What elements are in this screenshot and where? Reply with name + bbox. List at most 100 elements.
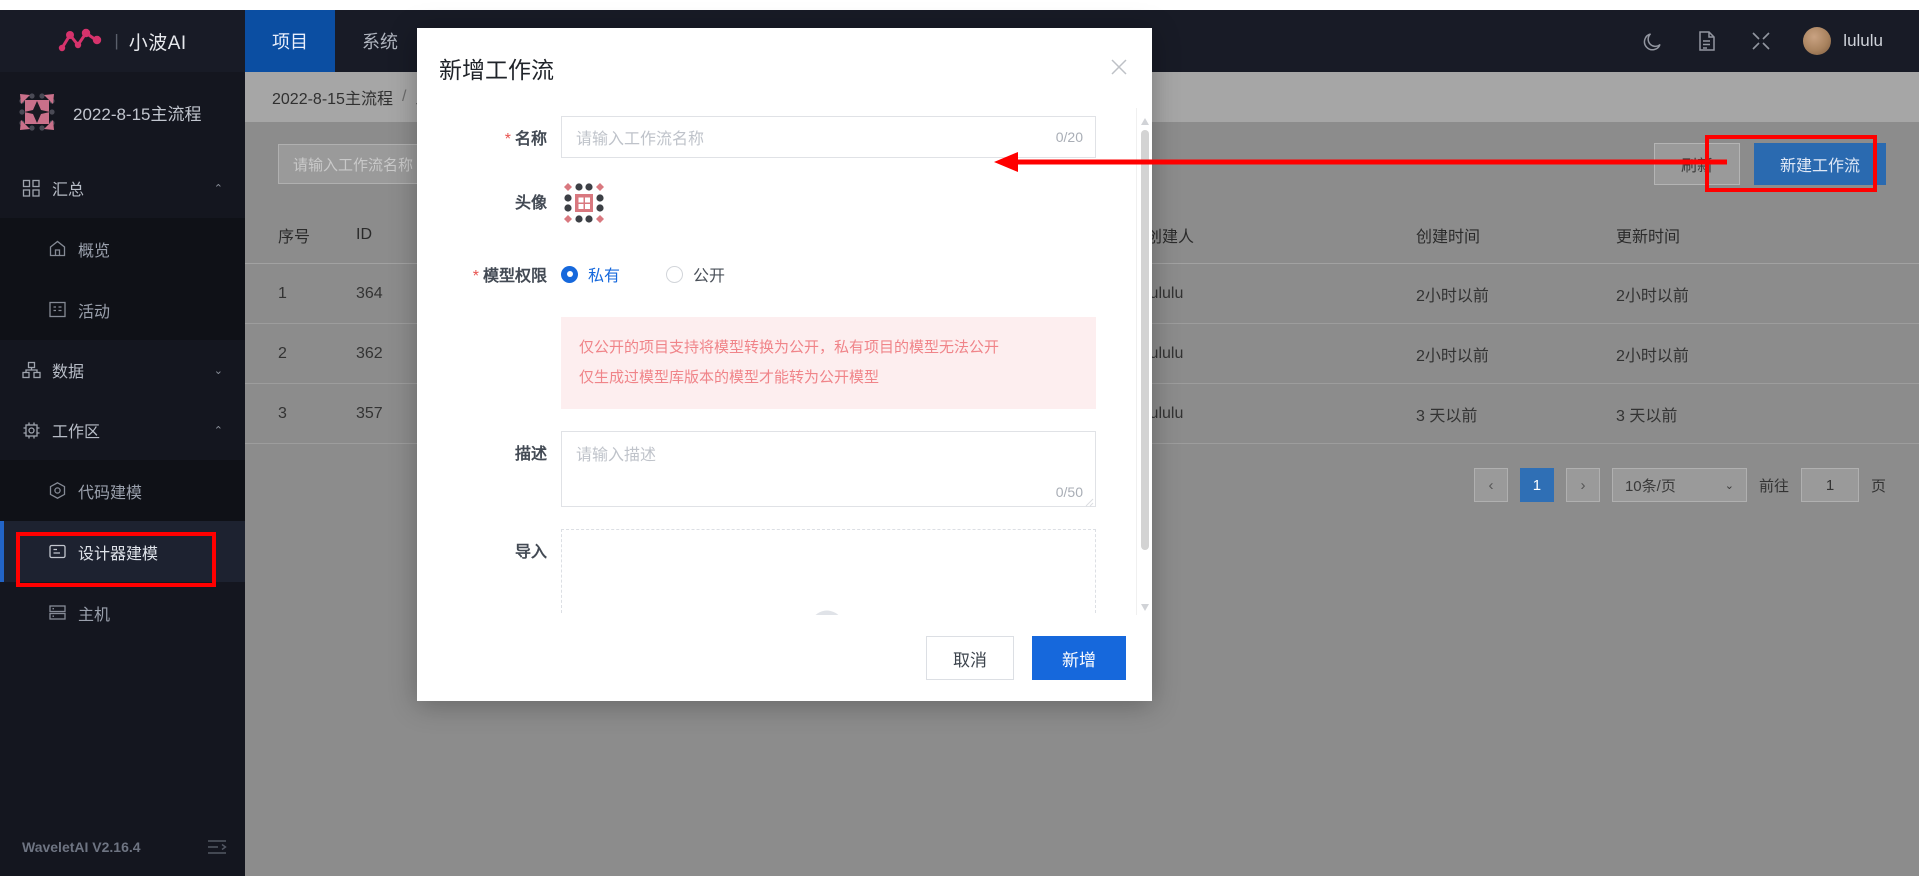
user-menu[interactable]: lululu bbox=[1803, 27, 1883, 55]
dialog-body: 名称 请输入工作流名称 0/20 头像 bbox=[417, 108, 1152, 615]
cell-index: 1 bbox=[278, 284, 287, 302]
sidebar-label-designer-modeling: 设计器建模 bbox=[78, 545, 159, 563]
close-icon[interactable] bbox=[1108, 56, 1130, 78]
radio-private-dot bbox=[561, 265, 578, 283]
sidebar-label-summary: 汇总 bbox=[52, 182, 85, 199]
cell-creator: lululu bbox=[1146, 284, 1184, 302]
tab-project[interactable]: 项目 bbox=[245, 10, 335, 72]
label-name: 名称 bbox=[417, 116, 561, 158]
activity-icon bbox=[48, 300, 67, 319]
cell-created: 2小时以前 bbox=[1416, 287, 1489, 305]
cell-created: 3 天以前 bbox=[1416, 407, 1478, 425]
label-import: 导入 bbox=[514, 544, 547, 561]
app-version-label: WaveletAI V2.16.4 bbox=[22, 839, 141, 855]
sidebar-item-designer-modeling[interactable]: 设计器建模 bbox=[0, 521, 245, 582]
dialog-scrollbar[interactable] bbox=[1136, 108, 1152, 615]
chevron-up-icon-workspace: ⌃ bbox=[213, 424, 223, 437]
jump-suffix-label: 页 bbox=[1870, 477, 1886, 495]
th-index: 序号 bbox=[278, 228, 311, 246]
sidebar-item-data[interactable]: 数据 ⌄ bbox=[0, 340, 245, 400]
sidebar-nav: 汇总 ⌃ 概览 活动 数据 ⌄ 工作区 ⌃ 代码建模 设计器建模 主机 bbox=[0, 152, 245, 643]
workflow-name-input[interactable]: 请输入工作流名称 0/20 bbox=[561, 116, 1096, 158]
th-created-time: 创建时间 bbox=[1416, 228, 1481, 246]
page-size-select[interactable]: 10条/页 ⌄ bbox=[1611, 468, 1747, 502]
cell-updated: 2小时以前 bbox=[1616, 287, 1689, 305]
cell-updated: 3 天以前 bbox=[1616, 407, 1678, 425]
field-avatar: 头像 bbox=[417, 180, 1096, 231]
next-page-button[interactable]: › bbox=[1565, 468, 1600, 502]
project-name-label: 2022-8-15主流程 bbox=[73, 104, 202, 124]
scroll-down-arrow-icon[interactable] bbox=[1140, 599, 1150, 611]
description-textarea[interactable]: 请输入描述 0/50 bbox=[561, 431, 1096, 507]
cell-updated: 2小时以前 bbox=[1616, 347, 1689, 365]
fullscreen-icon[interactable] bbox=[1749, 29, 1773, 53]
refresh-button[interactable]: 刷新 bbox=[1653, 143, 1740, 185]
radio-public-label: 公开 bbox=[693, 268, 726, 285]
label-description: 描述 bbox=[514, 446, 547, 463]
submit-button[interactable]: 新增 bbox=[1032, 636, 1126, 680]
resize-handle-icon[interactable] bbox=[1083, 494, 1094, 507]
doc-icon[interactable] bbox=[1695, 29, 1719, 53]
avatar bbox=[1803, 27, 1832, 55]
workflow-identicon-icon[interactable] bbox=[561, 183, 607, 230]
radio-public-dot bbox=[666, 265, 684, 283]
sidebar-logo[interactable]: | 小波AI bbox=[0, 10, 245, 72]
description-placeholder: 请输入描述 bbox=[576, 447, 657, 464]
app-root: | 小波AI 2022-8-15主流程 汇总 ⌃ 概览 活动 数据 ⌄ 工作区 … bbox=[0, 0, 1919, 876]
warning-box: 仅公开的项目支持将模型转换为公开，私有项目的模型无法公开 仅生成过模型库版本的模… bbox=[561, 317, 1096, 409]
permission-radio-group: 私有 公开 bbox=[561, 253, 1096, 295]
header-tabs: 项目 系统 bbox=[245, 10, 425, 72]
sidebar-item-workspace[interactable]: 工作区 ⌃ bbox=[0, 400, 245, 460]
sidebar: | 小波AI 2022-8-15主流程 汇总 ⌃ 概览 活动 数据 ⌄ 工作区 … bbox=[0, 10, 245, 876]
scroll-up-arrow-icon[interactable] bbox=[1140, 114, 1150, 125]
label-avatar: 头像 bbox=[514, 195, 547, 212]
collapse-sidebar-icon[interactable] bbox=[207, 839, 227, 855]
dialog-header: 新增工作流 bbox=[417, 28, 1152, 108]
cell-creator: lululu bbox=[1146, 344, 1184, 362]
window-top-strip bbox=[0, 0, 1919, 10]
dialog-footer: 取消 新增 bbox=[417, 615, 1152, 701]
breadcrumb-root[interactable]: 2022-8-15主流程 bbox=[272, 85, 393, 109]
chevron-down-icon: ⌄ bbox=[1724, 479, 1734, 492]
cell-created: 2小时以前 bbox=[1416, 347, 1489, 365]
prev-page-button[interactable]: ‹ bbox=[1473, 468, 1508, 502]
jump-page-input[interactable]: 1 bbox=[1800, 468, 1859, 502]
import-upload-dropzone[interactable] bbox=[561, 529, 1096, 615]
toolbar-actions: 刷新 新建工作流 bbox=[1653, 143, 1886, 185]
sidebar-label-data: 数据 bbox=[52, 364, 85, 381]
server-icon bbox=[48, 603, 67, 622]
cell-index: 2 bbox=[278, 344, 287, 362]
logo-text: 小波AI bbox=[128, 32, 187, 54]
scrollbar-thumb[interactable] bbox=[1141, 130, 1149, 550]
warning-line-2: 仅生成过模型库版本的模型才能转为公开模型 bbox=[579, 369, 880, 386]
logo-divider: | bbox=[114, 31, 119, 50]
sidebar-item-host[interactable]: 主机 bbox=[0, 582, 245, 643]
field-permission: 模型权限 私有 公开 bbox=[417, 253, 1096, 295]
moon-icon[interactable] bbox=[1641, 29, 1665, 53]
name-counter: 0/20 bbox=[1055, 129, 1083, 145]
sidebar-label-workspace: 工作区 bbox=[52, 424, 101, 441]
sidebar-item-activity[interactable]: 活动 bbox=[0, 279, 245, 340]
sidebar-item-code-modeling[interactable]: 代码建模 bbox=[0, 460, 245, 521]
sidebar-label-code-modeling: 代码建模 bbox=[78, 484, 143, 502]
tab-system[interactable]: 系统 bbox=[335, 10, 425, 72]
cell-index: 3 bbox=[278, 404, 287, 422]
sidebar-item-overview[interactable]: 概览 bbox=[0, 218, 245, 279]
add-workflow-dialog: 新增工作流 名称 请输入工作流名称 0/20 bbox=[417, 28, 1152, 701]
jump-prefix-label: 前往 bbox=[1758, 477, 1789, 495]
permission-warning: 仅公开的项目支持将模型转换为公开，私有项目的模型无法公开 仅生成过模型库版本的模… bbox=[417, 317, 1096, 409]
dialog-title: 新增工作流 bbox=[439, 57, 554, 83]
workspace-icon bbox=[22, 421, 41, 440]
sidebar-item-summary[interactable]: 汇总 ⌃ bbox=[0, 158, 245, 218]
new-workflow-button[interactable]: 新建工作流 bbox=[1753, 143, 1886, 185]
page-1-button[interactable]: 1 bbox=[1519, 468, 1554, 502]
label-permission: 模型权限 bbox=[417, 253, 561, 295]
field-import: 导入 bbox=[417, 529, 1096, 615]
radio-public[interactable]: 公开 bbox=[666, 262, 725, 286]
warning-line-1: 仅公开的项目支持将模型转换为公开，私有项目的模型无法公开 bbox=[579, 339, 1000, 356]
current-project[interactable]: 2022-8-15主流程 bbox=[0, 72, 245, 152]
cell-creator: lululu bbox=[1146, 404, 1184, 422]
radio-private[interactable]: 私有 bbox=[561, 262, 620, 286]
cancel-button[interactable]: 取消 bbox=[926, 636, 1014, 680]
page-size-label: 10条/页 bbox=[1624, 477, 1676, 495]
